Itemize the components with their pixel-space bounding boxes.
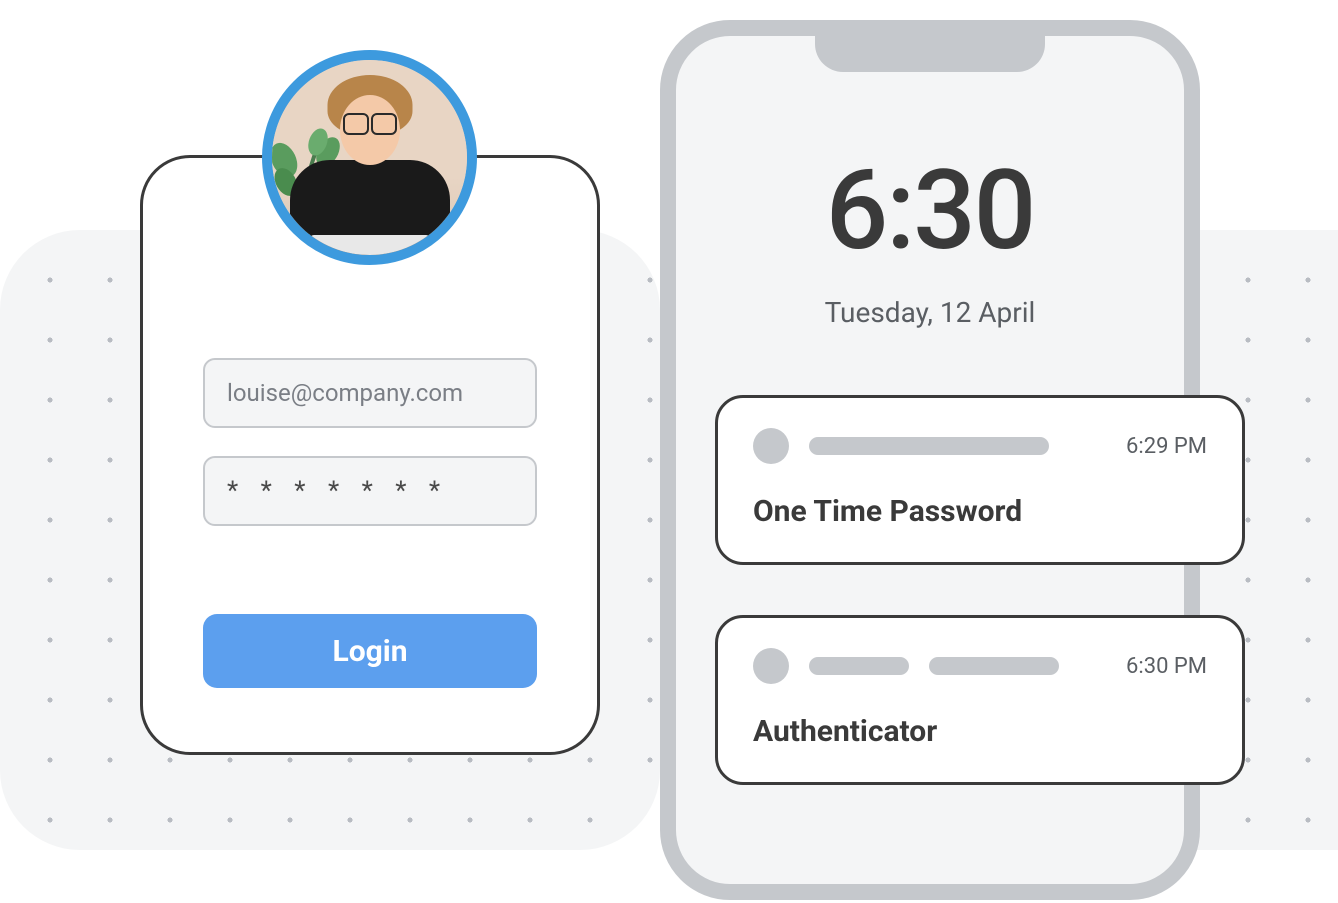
notification-otp[interactable]: 6:29 PM One Time Password (715, 395, 1245, 565)
notification-authenticator[interactable]: 6:30 PM Authenticator (715, 615, 1245, 785)
notification-placeholder-bar (809, 657, 909, 675)
notification-time: 6:29 PM (1126, 434, 1207, 459)
notification-title: One Time Password (753, 494, 1207, 529)
notification-time: 6:30 PM (1126, 654, 1207, 679)
email-field[interactable] (203, 358, 537, 428)
notification-app-icon (753, 648, 789, 684)
notification-placeholder-bar (809, 437, 1049, 455)
password-field[interactable] (203, 456, 537, 526)
phone-date: Tuesday, 12 April (825, 296, 1036, 329)
notification-app-icon (753, 428, 789, 464)
notification-title: Authenticator (753, 714, 1207, 749)
phone-time: 6:30 (826, 146, 1035, 275)
avatar (262, 50, 477, 265)
notification-placeholder-bar (929, 657, 1059, 675)
phone-notch (815, 32, 1045, 72)
login-button[interactable]: Login (203, 614, 537, 688)
